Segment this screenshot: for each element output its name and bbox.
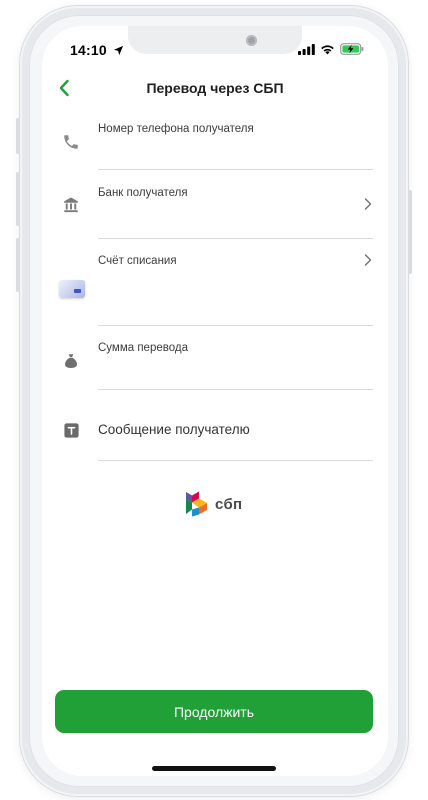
divider [98, 325, 373, 326]
account-chevron-icon[interactable] [362, 253, 374, 267]
battery-charging-icon [340, 43, 364, 55]
account-label: Счёт списания [98, 255, 177, 267]
bank-label: Банк получателя [98, 187, 188, 199]
status-time-text: 14:10 [70, 42, 107, 58]
page-title: Перевод через СБП [146, 80, 284, 96]
money-bag-icon [58, 348, 84, 374]
camera [246, 35, 257, 46]
home-indicator [152, 766, 276, 771]
message-label: Сообщение получателю [98, 422, 250, 437]
account-field[interactable]: Счёт списания [98, 255, 177, 267]
card-chip [74, 289, 81, 293]
bank-chevron-icon[interactable] [362, 197, 374, 211]
sbp-logo-text: сбп [215, 495, 243, 513]
sbp-logo-icon [186, 491, 207, 517]
card-icon [59, 280, 85, 298]
amount-label: Сумма перевода [98, 342, 188, 354]
continue-button-label: Продолжить [173, 703, 255, 720]
bank-field[interactable]: Банк получателя [98, 187, 188, 199]
side-button-left-top [16, 118, 20, 154]
divider [98, 389, 373, 390]
phone-number-label: Номер телефона получателя [98, 123, 254, 135]
sbp-logo: сбп [185, 490, 242, 518]
divider [98, 460, 373, 461]
divider [98, 238, 373, 239]
amount-field[interactable]: Сумма перевода [98, 342, 188, 354]
phone-icon [58, 129, 84, 155]
wifi-icon [321, 44, 334, 54]
message-field[interactable]: Сообщение получателю [98, 422, 250, 437]
signal-icon [298, 43, 315, 55]
phone-number-field[interactable]: Номер телефона получателя [98, 123, 254, 135]
status-icons [298, 43, 364, 55]
side-button-left-bottom [16, 238, 20, 292]
divider [98, 169, 373, 170]
side-button-left-middle [16, 172, 20, 226]
side-button-right [408, 190, 412, 274]
bank-icon [58, 192, 84, 218]
notch [128, 26, 302, 54]
location-arrow-icon [113, 45, 123, 56]
text-box-icon [58, 417, 84, 443]
status-time: 14:10 [70, 42, 124, 58]
continue-button[interactable]: Продолжить [55, 690, 373, 733]
phone-screen: 14:10 Перевод через СБП Номер телефона п… [42, 26, 388, 776]
